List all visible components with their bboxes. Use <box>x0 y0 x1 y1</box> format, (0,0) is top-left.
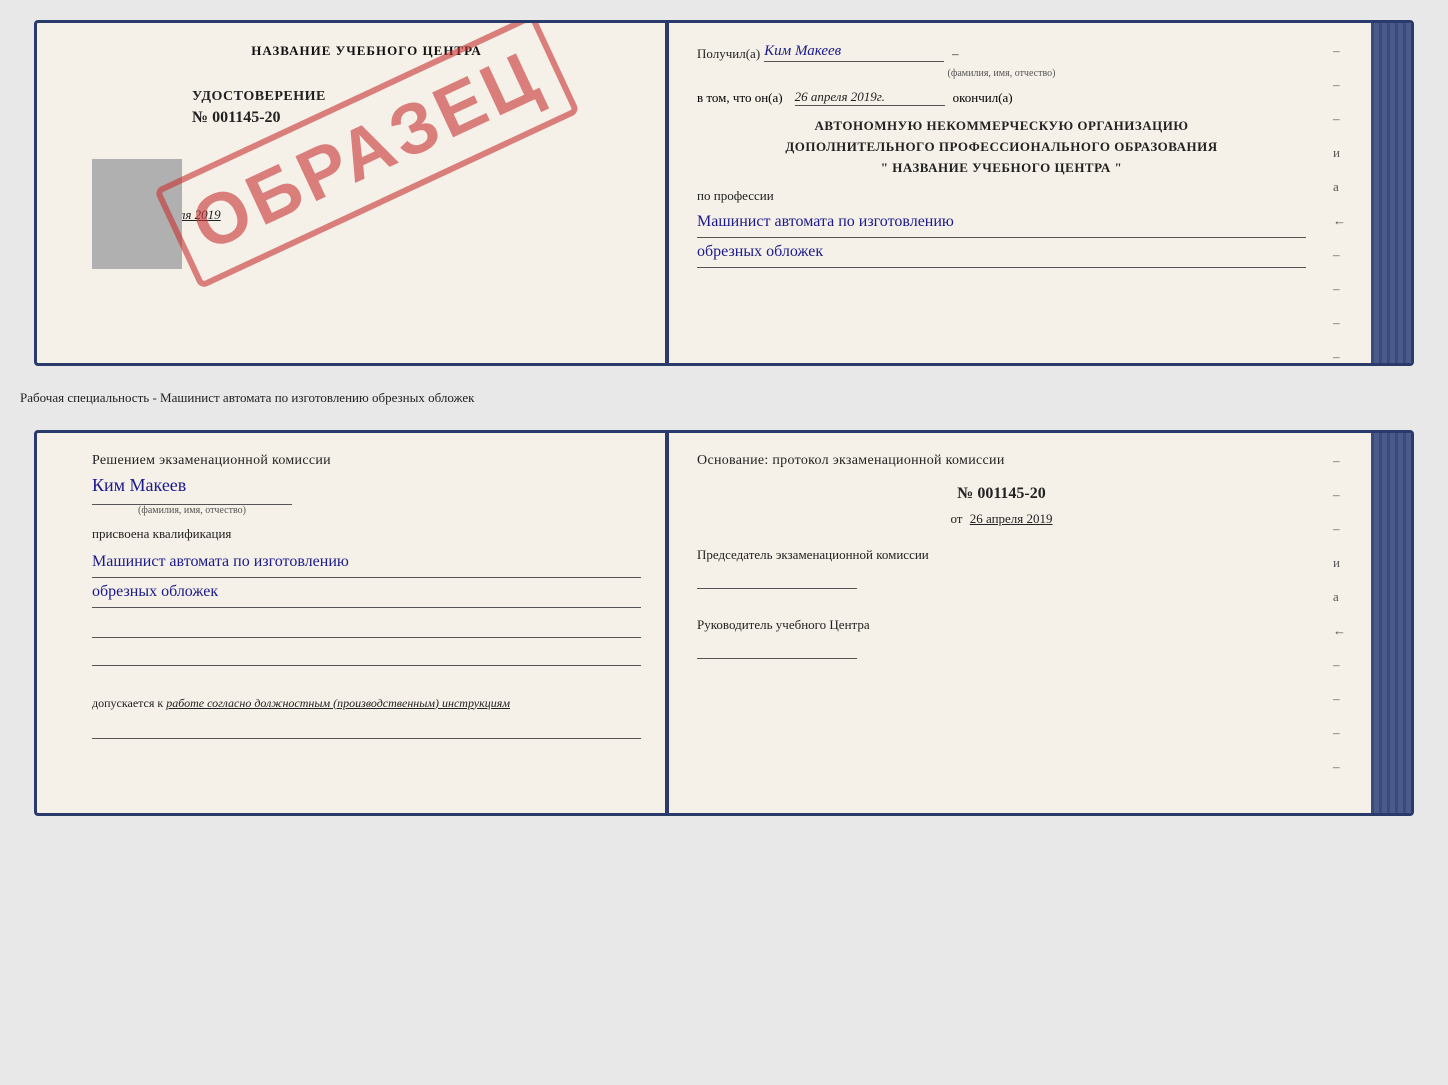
fio-subtitle-top: (фамилия, имя, отчество) <box>697 68 1306 79</box>
empty-line-3 <box>92 719 641 739</box>
poluchil-label: Получил(a) <box>697 46 760 62</box>
top-left-title: НАЗВАНИЕ УЧЕБНОГО ЦЕНТРА <box>92 43 641 59</box>
prisvoena-label: присвоена квалификация <box>92 526 641 542</box>
udostoverenie-label: УДОСТОВЕРЕНИЕ <box>192 89 641 105</box>
right-spine-bottom <box>1371 433 1411 813</box>
org-line1: АВТОНОМНУЮ НЕКОММЕРЧЕСКУЮ ОРГАНИЗАЦИЮ <box>697 116 1306 137</box>
resheniem-label: Решением экзаменационной комиссии <box>92 453 641 469</box>
empty-line-1 <box>92 618 641 638</box>
po-professii-label: по профессии <box>697 188 1306 204</box>
rukovoditel-signature-line <box>697 641 857 659</box>
fio-subtitle-bottom: (фамилия, имя, отчество) <box>92 504 292 516</box>
top-right-page: Получил(a) Ким Макеев – (фамилия, имя, о… <box>669 23 1411 363</box>
vtom-date: 26 апреля 2019г. <box>795 89 945 106</box>
right-dashes-top: –––иа←–––– <box>1333 43 1346 365</box>
rukovoditel-label: Руководитель учебного Центра <box>697 617 1306 633</box>
bottom-left-page: Решением экзаменационной комиссии Ким Ма… <box>37 433 669 813</box>
vtom-label: в том, что он(a) <box>697 90 783 106</box>
top-left-page: НАЗВАНИЕ УЧЕБНОГО ЦЕНТРА УДОСТОВЕРЕНИЕ №… <box>37 23 669 363</box>
document-number: № 001145-20 <box>192 109 641 127</box>
bottom-document-pair: Решением экзаменационной комиссии Ким Ма… <box>34 430 1414 816</box>
photo-placeholder <box>92 159 182 269</box>
right-spine-top <box>1371 23 1411 363</box>
profession-line1: Машинист автомата по изготовлению <box>697 208 1306 238</box>
qualification-line2: обрезных обложек <box>92 578 641 608</box>
right-dashes-bottom: –––иа←–––– <box>1333 453 1346 775</box>
org-line2: ДОПОЛНИТЕЛЬНОГО ПРОФЕССИОНАЛЬНОГО ОБРАЗО… <box>697 137 1306 158</box>
org-line3: " НАЗВАНИЕ УЧЕБНОГО ЦЕНТРА " <box>697 158 1306 179</box>
org-block: АВТОНОМНУЮ НЕКОММЕРЧЕСКУЮ ОРГАНИЗАЦИЮ ДО… <box>697 116 1306 178</box>
bottom-name: Ким Макеев <box>92 475 641 496</box>
separator-text: Рабочая специальность - Машинист автомат… <box>20 382 1428 414</box>
dopuskaetsya-text: работе согласно должностным (производств… <box>166 696 510 710</box>
predsedatel-block: Председатель экзаменационной комиссии <box>697 547 1306 593</box>
protocol-number: № 001145-20 <box>697 485 1306 503</box>
empty-line-2 <box>92 646 641 666</box>
qualification-line1: Машинист автомата по изготовлению <box>92 548 641 578</box>
ot-date-row: от 26 апреля 2019 <box>697 511 1306 527</box>
vtom-row: в том, что он(a) 26 апреля 2019г. окончи… <box>697 89 1306 106</box>
profession-line2: обрезных обложек <box>697 238 1306 268</box>
poluchil-row: Получил(a) Ким Макеев – <box>697 43 1306 62</box>
predsedatel-signature-line <box>697 571 857 589</box>
rukovoditel-block: Руководитель учебного Центра <box>697 617 1306 663</box>
ot-date: 26 апреля 2019 <box>970 511 1053 526</box>
poluchil-name: Ким Макеев <box>764 43 944 62</box>
top-document-pair: НАЗВАНИЕ УЧЕБНОГО ЦЕНТРА УДОСТОВЕРЕНИЕ №… <box>34 20 1414 366</box>
dopuskaetsya-block: допускается к работе согласно должностны… <box>92 696 641 711</box>
ot-label: от <box>950 511 962 526</box>
predsedatel-label: Председатель экзаменационной комиссии <box>697 547 1306 563</box>
osnov-label: Основание: протокол экзаменационной коми… <box>697 453 1306 469</box>
okonchil-label: окончил(а) <box>953 90 1013 106</box>
dopuskaetsya-label: допускается к <box>92 696 163 710</box>
bottom-right-page: Основание: протокол экзаменационной коми… <box>669 433 1411 813</box>
